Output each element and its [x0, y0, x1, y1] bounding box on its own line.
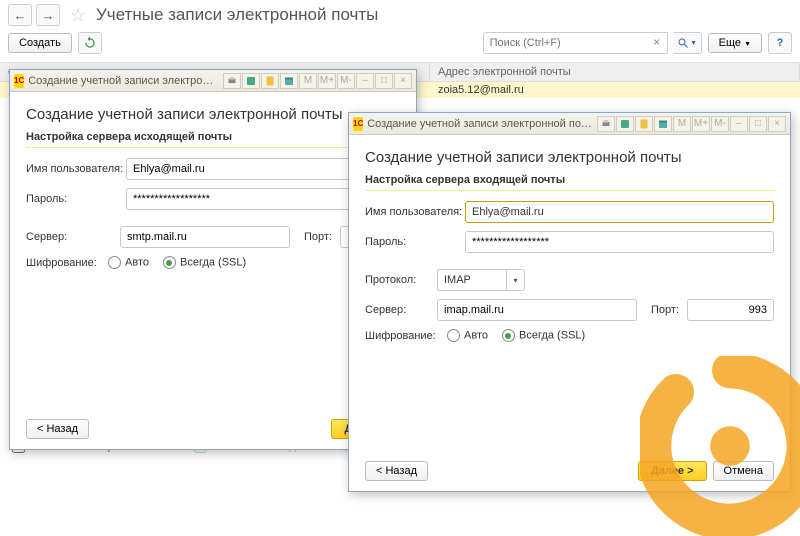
dialog-subheading: Настройка сервера входящей почты: [365, 174, 774, 191]
dialog-title: Создание учетной записи электронной поч.…: [367, 118, 593, 130]
server-label: Сервер:: [365, 304, 437, 316]
protocol-select[interactable]: IMAP ▾: [437, 269, 525, 291]
mminus-button[interactable]: M-: [337, 73, 355, 89]
calc-icon[interactable]: [635, 116, 653, 132]
search-box: ×: [483, 32, 668, 54]
print-icon[interactable]: [223, 73, 241, 89]
dialog-heading: Создание учетной записи электронной почт…: [365, 149, 774, 166]
back-button[interactable]: < Назад: [26, 419, 89, 439]
minimize-icon[interactable]: –: [730, 116, 748, 132]
close-icon[interactable]: ×: [768, 116, 786, 132]
toolbar: Создать × ▼ Еще ▼ ?: [0, 30, 800, 63]
maximize-icon[interactable]: □: [749, 116, 767, 132]
password-label: Пароль:: [26, 193, 126, 205]
enc-auto-radio[interactable]: Авто: [447, 329, 488, 342]
port-label: Порт:: [304, 231, 332, 243]
enc-auto-radio[interactable]: Авто: [108, 256, 149, 269]
dialog-titlebar[interactable]: 1C Создание учетной записи электронной п…: [349, 113, 790, 135]
password-field[interactable]: [465, 231, 774, 253]
search-go-button[interactable]: ▼: [674, 32, 702, 54]
help-button[interactable]: ?: [768, 32, 792, 54]
refresh-button[interactable]: [78, 32, 102, 54]
m-button[interactable]: M: [673, 116, 691, 132]
server-field[interactable]: [120, 226, 290, 248]
more-button[interactable]: Еще ▼: [708, 33, 762, 53]
port-label: Порт:: [651, 304, 679, 316]
chevron-down-icon[interactable]: ▾: [507, 269, 525, 291]
refresh-icon: [83, 36, 97, 50]
port-field[interactable]: [687, 299, 774, 321]
mplus-button[interactable]: M+: [692, 116, 710, 132]
close-icon[interactable]: ×: [394, 73, 412, 89]
search-input[interactable]: [483, 32, 668, 54]
app-logo-icon: 1C: [14, 74, 24, 88]
app-logo-icon: 1C: [353, 117, 363, 131]
main-header: ← → ☆ Учетные записи электронной почты: [0, 0, 800, 30]
server-field[interactable]: [437, 299, 637, 321]
username-label: Имя пользователя:: [365, 206, 465, 218]
nav-back-button[interactable]: ←: [8, 4, 32, 26]
dialog-title: Создание учетной записи электронной поч.…: [28, 75, 219, 87]
mplus-button[interactable]: M+: [318, 73, 336, 89]
page-title: Учетные записи электронной почты: [96, 5, 378, 25]
dialog-titlebar[interactable]: 1C Создание учетной записи электронной п…: [10, 70, 416, 92]
maximize-icon[interactable]: □: [375, 73, 393, 89]
username-field[interactable]: Ehlya@mail.ru: [465, 201, 774, 223]
cell-email: zoia5.12@mail.ru: [430, 82, 532, 98]
encryption-label: Шифрование:: [365, 330, 447, 342]
m-button[interactable]: M: [299, 73, 317, 89]
dialog-subheading: Настройка сервера исходящей почты: [26, 131, 400, 148]
protocol-value: IMAP: [437, 269, 507, 291]
print-icon[interactable]: [597, 116, 615, 132]
enc-ssl-radio[interactable]: Всегда (SSL): [502, 329, 585, 342]
watermark-icon: [640, 356, 800, 536]
server-label: Сервер:: [26, 231, 120, 243]
enc-ssl-radio[interactable]: Всегда (SSL): [163, 256, 246, 269]
protocol-label: Протокол:: [365, 274, 437, 286]
calc-icon[interactable]: [261, 73, 279, 89]
save-icon[interactable]: [242, 73, 260, 89]
save-icon[interactable]: [616, 116, 634, 132]
mminus-button[interactable]: M-: [711, 116, 729, 132]
username-label: Имя пользователя:: [26, 163, 126, 175]
dialog-heading: Создание учетной записи электронной почт…: [26, 106, 400, 123]
password-label: Пароль:: [365, 236, 465, 248]
calendar-icon[interactable]: [280, 73, 298, 89]
nav-forward-button[interactable]: →: [36, 4, 60, 26]
col-email-header[interactable]: Адрес электронной почты: [430, 63, 800, 81]
create-button[interactable]: Создать: [8, 33, 72, 53]
favorite-star-icon[interactable]: ☆: [68, 5, 88, 25]
calendar-icon[interactable]: [654, 116, 672, 132]
back-button[interactable]: < Назад: [365, 461, 428, 481]
minimize-icon[interactable]: –: [356, 73, 374, 89]
search-clear-icon[interactable]: ×: [650, 35, 664, 49]
search-icon: [677, 37, 689, 49]
encryption-label: Шифрование:: [26, 257, 108, 269]
